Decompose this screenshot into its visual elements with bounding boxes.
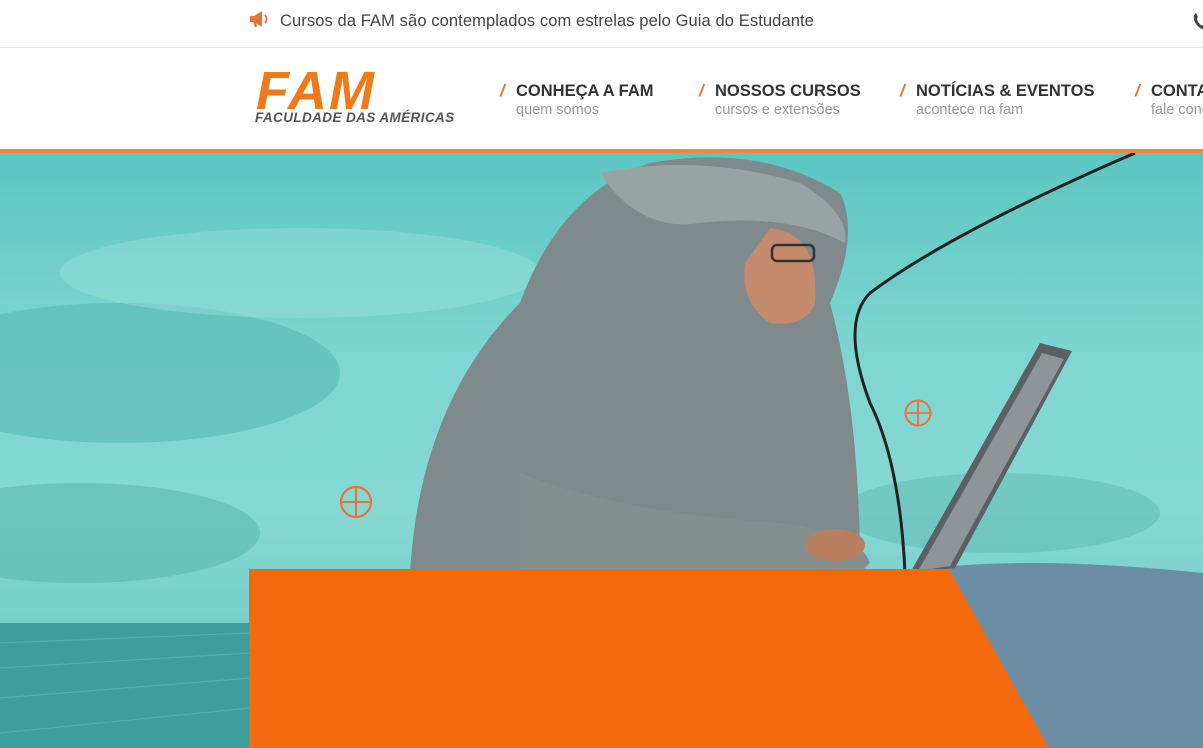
- fam-wordmark: FAM: [256, 61, 376, 121]
- fam-logo[interactable]: FAM FACULDADE DAS AMÉRICAS: [252, 61, 464, 129]
- nav-label: NOSSOS CURSOS: [715, 82, 861, 100]
- nav-slash-icon: /: [699, 81, 704, 100]
- hero-orange-panel: [249, 569, 1049, 748]
- nav-sublabel: acontece na fam: [916, 102, 1024, 118]
- announcement-text: Cursos da FAM são contemplados com estre…: [280, 11, 814, 30]
- nav-label: CONTATO: [1151, 82, 1203, 100]
- phone-icon[interactable]: [1193, 12, 1203, 35]
- nav-label: CONHEÇA A FAM: [516, 82, 654, 100]
- megaphone-icon: [248, 10, 270, 33]
- nav-slash-icon: /: [1135, 81, 1140, 100]
- svg-text:FAM: FAM: [256, 69, 376, 113]
- nav-sublabel: fale conosco: [1151, 102, 1203, 118]
- hero-banner: [0, 153, 1203, 748]
- announcement-link[interactable]: Cursos da FAM são contemplados com estre…: [248, 0, 814, 42]
- nav-sublabel: quem somos: [516, 102, 600, 118]
- nav-sublabel: cursos e extensões: [715, 102, 840, 118]
- logo-subtitle: FACULDADE DAS AMÉRICAS: [255, 110, 455, 125]
- nav-label: NOTÍCIAS & EVENTOS: [916, 82, 1095, 100]
- nav-slash-icon: /: [500, 81, 505, 100]
- nav-slash-icon: /: [900, 81, 905, 100]
- site-header: FAM FACULDADE DAS AMÉRICAS / CONHEÇA A F…: [0, 49, 1203, 149]
- announcement-bar: Cursos da FAM são contemplados com estre…: [0, 0, 1203, 48]
